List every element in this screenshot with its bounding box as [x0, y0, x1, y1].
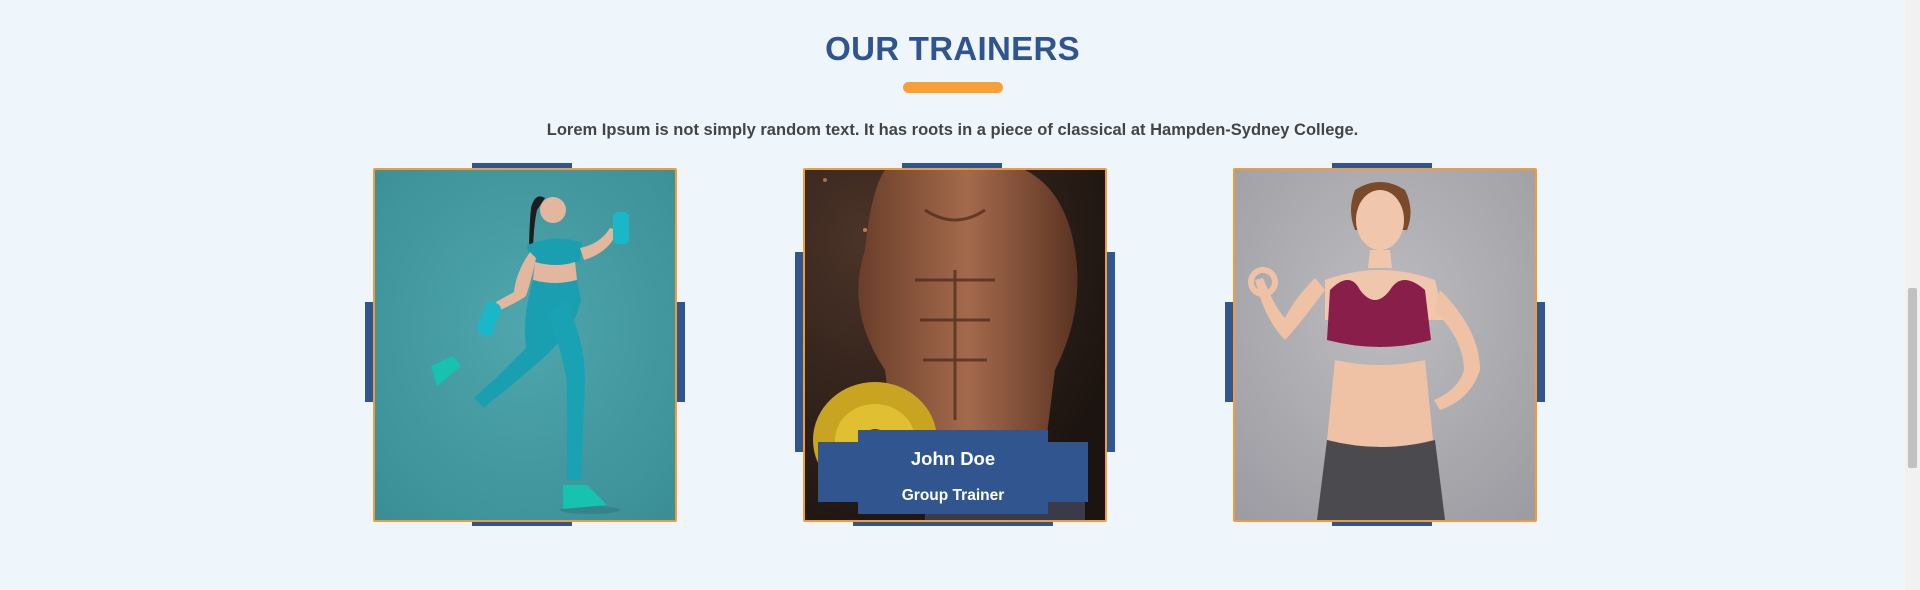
- trainer-name: John Doe: [910, 448, 996, 469]
- trainer-card[interactable]: John Doe Group Trainer: [795, 163, 1115, 526]
- trainer-card[interactable]: [1225, 163, 1545, 526]
- trainer-photo-frame: [1233, 168, 1537, 522]
- trainer-info-box: John Doe Group Trainer: [818, 430, 1088, 514]
- trainer-card[interactable]: [365, 163, 685, 526]
- trainer-photo: [375, 170, 675, 520]
- trainer-role: Group Trainer: [901, 487, 1005, 504]
- scrollbar-thumb[interactable]: [1908, 288, 1917, 468]
- section-title: OUR TRAINERS: [825, 30, 1080, 67]
- card-right-bar: [1536, 302, 1545, 402]
- title-underline: [903, 82, 1003, 93]
- trainer-photo-frame: [373, 168, 677, 522]
- trainer-photo: [1235, 170, 1535, 520]
- section-subtitle: Lorem Ipsum is not simply random text. I…: [546, 121, 1359, 139]
- card-right-bar: [676, 302, 685, 402]
- card-right-bar: [1106, 252, 1115, 452]
